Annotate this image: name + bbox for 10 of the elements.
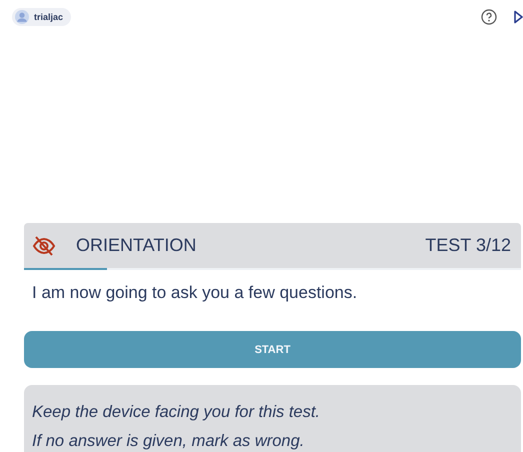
user-chip[interactable]: trialjac bbox=[12, 8, 72, 26]
help-icon[interactable] bbox=[481, 9, 497, 25]
user-name: trialjac bbox=[34, 12, 64, 22]
eye-slash-icon bbox=[32, 236, 56, 256]
instruction-text: If no answer is given, mark as wrong. bbox=[32, 431, 306, 452]
instruction-text: Keep the device facing you for this test. bbox=[32, 402, 322, 423]
test-counter: TEST 3/12 bbox=[425, 235, 511, 256]
prompt-text: I am now going to ask you a few questions. bbox=[31, 282, 358, 304]
avatar-icon bbox=[15, 10, 29, 24]
section-title: ORIENTATION bbox=[76, 235, 198, 256]
